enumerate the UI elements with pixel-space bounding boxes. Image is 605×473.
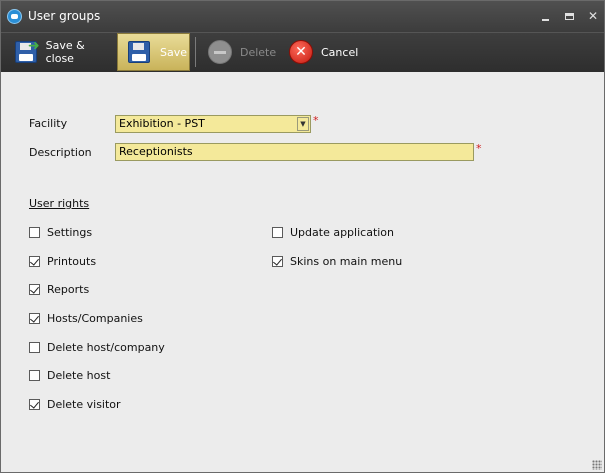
checkbox-skins-on-main-menu[interactable]: Skins on main menu <box>272 255 402 268</box>
maximize-button[interactable] <box>562 8 578 24</box>
close-window-button[interactable]: ✕ <box>585 8 601 24</box>
save-close-icon: ➜ <box>13 38 40 66</box>
checkbox-box[interactable] <box>29 342 40 353</box>
checkbox-label: Skins on main menu <box>290 255 403 268</box>
app-icon <box>7 9 22 24</box>
toolbar: ➜ Save & close Save Delete ✕ Cancel <box>1 32 604 72</box>
checkbox-box[interactable] <box>29 399 40 410</box>
checkbox-label: Settings <box>47 226 93 239</box>
resize-grip[interactable] <box>592 460 602 470</box>
delete-label: Delete <box>240 45 277 59</box>
checkbox-reports[interactable]: Reports <box>29 283 89 296</box>
checkbox-box[interactable] <box>272 256 283 267</box>
floppy-disk-icon <box>126 38 154 66</box>
window-title: User groups <box>28 9 101 23</box>
delete-button[interactable]: Delete <box>206 33 281 71</box>
user-groups-window: User groups ✕ ➜ Save & close Save Delete… <box>0 0 605 473</box>
save-and-close-label: Save & close <box>45 39 85 65</box>
checkbox-hosts-companies[interactable]: Hosts/Companies <box>29 312 143 325</box>
cancel-label: Cancel <box>321 45 359 59</box>
checkbox-label: Printouts <box>47 255 97 268</box>
facility-select[interactable]: Exhibition - PST ▼ <box>115 115 311 133</box>
form-area: Facility Exhibition - PST ▼ * Descriptio… <box>4 91 601 466</box>
facility-required-mark: * <box>313 114 319 127</box>
maximize-icon <box>565 13 574 20</box>
checkbox-box[interactable] <box>29 256 40 267</box>
close-icon: ✕ <box>587 9 599 23</box>
checkbox-settings[interactable]: Settings <box>29 226 92 239</box>
cancel-icon: ✕ <box>287 38 315 66</box>
checkbox-box[interactable] <box>29 370 40 381</box>
description-label: Description <box>29 146 92 159</box>
checkbox-label: Update application <box>290 226 395 239</box>
checkbox-printouts[interactable]: Printouts <box>29 255 96 268</box>
checkbox-delete-host-company[interactable]: Delete host/company <box>29 341 165 354</box>
delete-icon <box>206 38 234 66</box>
checkbox-delete-visitor[interactable]: Delete visitor <box>29 398 121 411</box>
save-button[interactable]: Save <box>117 33 190 71</box>
checkbox-label: Delete host/company <box>47 341 165 354</box>
chevron-down-icon[interactable]: ▼ <box>297 117 309 131</box>
checkbox-update-application[interactable]: Update application <box>272 226 394 239</box>
description-input[interactable]: Receptionists <box>115 143 474 161</box>
checkbox-label: Reports <box>47 283 90 296</box>
description-required-mark: * <box>476 142 482 155</box>
checkbox-box[interactable] <box>29 227 40 238</box>
cancel-button[interactable]: ✕ Cancel <box>287 33 367 71</box>
title-bar[interactable]: User groups ✕ <box>1 1 604 32</box>
user-rights-title: User rights <box>29 197 90 210</box>
facility-value: Exhibition - PST <box>119 117 205 130</box>
checkbox-label: Delete visitor <box>47 398 121 411</box>
checkbox-box[interactable] <box>29 284 40 295</box>
description-value: Receptionists <box>119 145 193 158</box>
checkbox-box[interactable] <box>272 227 283 238</box>
checkbox-label: Delete host <box>47 369 111 382</box>
minimize-button[interactable] <box>538 8 554 24</box>
checkbox-label: Hosts/Companies <box>47 312 143 325</box>
toolbar-separator <box>195 37 196 67</box>
checkbox-box[interactable] <box>29 313 40 324</box>
checkbox-delete-host[interactable]: Delete host <box>29 369 110 382</box>
save-and-close-button[interactable]: ➜ Save & close <box>13 33 113 71</box>
minimize-icon <box>542 19 549 21</box>
facility-label: Facility <box>29 117 68 130</box>
save-label: Save <box>160 45 188 59</box>
